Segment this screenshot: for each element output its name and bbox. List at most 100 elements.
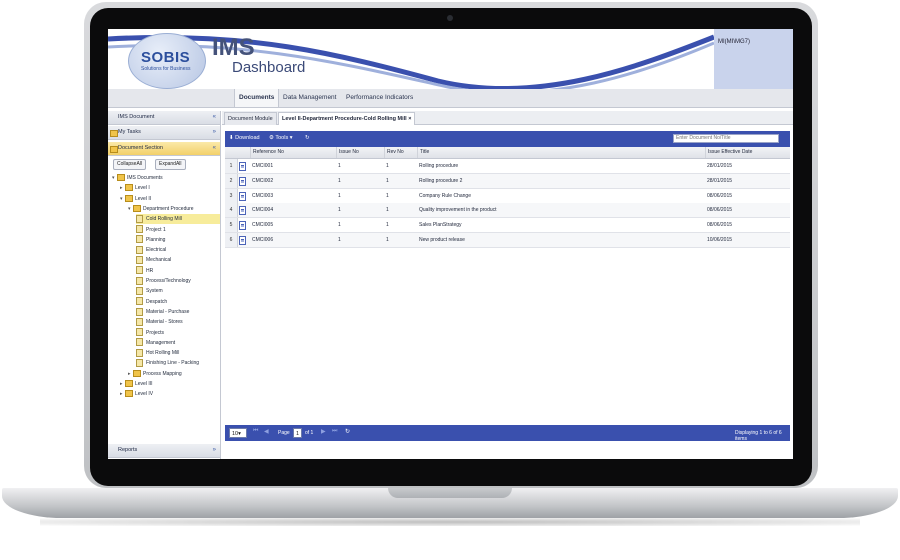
- tree-label: Process Mapping: [143, 370, 182, 377]
- tab-documents[interactable]: Documents: [234, 89, 280, 107]
- tree-item[interactable]: Despatch: [136, 297, 167, 307]
- row-number: 4: [225, 203, 238, 218]
- tree-folder[interactable]: ▸ Level I: [120, 183, 150, 193]
- collapse-left-icon[interactable]: «: [213, 111, 216, 124]
- col-rev-no[interactable]: Rev No: [384, 147, 417, 158]
- subtab-document-module[interactable]: Document Module: [224, 112, 277, 125]
- my-tasks-label: My Tasks: [118, 129, 141, 135]
- tree-item[interactable]: System: [136, 286, 163, 296]
- document-section-header[interactable]: Document Section «: [108, 142, 220, 156]
- refresh-icon[interactable]: ↻: [305, 135, 310, 141]
- tree-item[interactable]: Management: [136, 338, 175, 348]
- file-icon[interactable]: [239, 162, 246, 171]
- row-number: 2: [225, 173, 238, 188]
- refresh-grid-icon[interactable]: ↻: [345, 428, 350, 435]
- reports-header[interactable]: Reports »: [108, 444, 220, 458]
- close-tab-icon[interactable]: ×: [408, 116, 411, 122]
- tree-item[interactable]: Project 1: [136, 225, 166, 235]
- page-size-value: 10: [232, 431, 239, 437]
- cell-title: Rolling procedure 2: [419, 177, 463, 184]
- tree-folder[interactable]: ▸ Level III: [120, 379, 153, 389]
- col-issue-no[interactable]: Issue No: [336, 147, 384, 158]
- document-icon: [136, 225, 143, 234]
- table-row[interactable]: 6 CMCI006 1 1 New product release 10/06/2015: [225, 233, 790, 248]
- cell-issue-no: 1: [338, 163, 341, 169]
- table-row[interactable]: 4 CMCI004 1 1 Quality improvement in the pro…: [225, 203, 790, 219]
- tree-folder[interactable]: ▾ IMS Documents: [112, 173, 163, 183]
- tree-item[interactable]: HR: [136, 266, 153, 276]
- tree-label: Mechanical: [146, 257, 172, 264]
- cell-issue-no: 1: [338, 222, 341, 229]
- collapse-section-icon[interactable]: «: [213, 142, 216, 155]
- download-button[interactable]: ⬇ Download: [229, 135, 260, 141]
- folder-icon: [133, 369, 141, 377]
- first-page-icon[interactable]: ⏮: [253, 428, 258, 435]
- next-page-icon[interactable]: ▶: [321, 428, 326, 435]
- cell-issue-effective-date: 08/06/2015: [707, 222, 733, 229]
- document-icon: [136, 256, 143, 265]
- app-subtitle: Dashboard: [232, 59, 306, 76]
- page-label: Page: [278, 430, 290, 436]
- tree-folder[interactable]: ▾ Level II: [120, 194, 151, 204]
- cell-rev-no: 1: [386, 207, 389, 214]
- table-row[interactable]: 3 CMCI003 1 1 Company Rule Change 08/06/2015: [225, 188, 790, 204]
- tree-folder[interactable]: ▸ Process Mapping: [128, 369, 182, 379]
- tree-item[interactable]: Cold Rolling Mill: [136, 214, 220, 225]
- cell-issue-no: 1: [338, 192, 341, 199]
- app-screen: MI(MI\MG7) SOBIS Solutions for Business …: [108, 29, 793, 459]
- tree-folder[interactable]: ▾ Department Procedure: [128, 204, 194, 214]
- tree-item[interactable]: Process/Technology: [136, 276, 191, 286]
- tree-item[interactable]: Material - Stores: [136, 317, 183, 327]
- tree-folder[interactable]: ▸ Level IV: [120, 389, 153, 399]
- expand-tasks-icon[interactable]: »: [213, 126, 216, 139]
- row-number: 1: [225, 159, 238, 173]
- logo-text: SOBIS: [141, 49, 191, 66]
- tree-item[interactable]: Material - Purchase: [136, 307, 189, 317]
- expand-all-button[interactable]: ExpandAll: [155, 159, 186, 170]
- grid-toolbar: ⬇ Download ⚙ Tools ▾ ↻: [225, 131, 790, 147]
- table-row[interactable]: 1 CMCI001 1 1 Rolling procedure 28/01/2015: [225, 159, 790, 174]
- tree-item[interactable]: Projects: [136, 328, 164, 338]
- prev-page-icon[interactable]: ◀: [264, 428, 269, 435]
- document-icon: [136, 266, 143, 275]
- document-section-label: Document Section: [118, 145, 163, 151]
- document-icon: [136, 328, 143, 337]
- table-row[interactable]: 2 CMCI002 1 1 Rolling procedure 2 28/01/2015: [225, 173, 790, 189]
- cell-reference-no: CMCI006: [252, 237, 274, 243]
- col-issue-effective-date[interactable]: Issue Effective Date: [705, 147, 790, 158]
- document-icon: [136, 235, 143, 244]
- cell-issue-effective-date: 28/01/2015: [707, 177, 733, 184]
- ims-document-header[interactable]: IMS Document «: [108, 111, 220, 125]
- tree-item[interactable]: Mechanical: [136, 255, 171, 265]
- page-number-input[interactable]: 1: [293, 428, 302, 438]
- tab-data-management[interactable]: Data Management: [279, 89, 340, 107]
- file-icon[interactable]: [239, 176, 246, 186]
- tree-item[interactable]: Planning: [136, 235, 165, 245]
- file-icon[interactable]: [239, 221, 246, 231]
- reports-label: Reports: [118, 447, 138, 453]
- tab-performance-indicators[interactable]: Performance Indicators: [342, 89, 417, 107]
- tree-item[interactable]: Hot Rolling Mill: [136, 348, 179, 358]
- last-page-icon[interactable]: ⏭: [332, 428, 337, 435]
- file-icon[interactable]: [239, 191, 246, 201]
- cell-title: Company Rule Change: [419, 192, 471, 199]
- user-label[interactable]: MI(MI\MG7): [718, 39, 750, 45]
- col-title[interactable]: Title: [417, 147, 705, 158]
- expand-reports-icon[interactable]: »: [213, 444, 216, 457]
- tools-button[interactable]: ⚙ Tools ▾: [269, 135, 293, 141]
- table-row[interactable]: 5 CMCI005 1 1 Sales PlanStrategy 08/06/2015: [225, 218, 790, 234]
- search-input[interactable]: [673, 134, 779, 143]
- collapse-all-button[interactable]: CollapseAll: [113, 159, 147, 170]
- cell-reference-no: CMCI001: [252, 163, 274, 169]
- col-reference-no[interactable]: Reference No: [250, 147, 336, 158]
- document-icon: [136, 297, 143, 306]
- tree-item[interactable]: Finishing Line - Packing: [136, 358, 199, 368]
- download-icon: ⬇: [229, 135, 234, 141]
- subtab-cold-rolling-mill[interactable]: Level II-Department Procedure-Cold Rolli…: [278, 112, 416, 125]
- tree-label: Cold Rolling Mill: [146, 216, 182, 223]
- my-tasks-header[interactable]: My Tasks »: [108, 126, 220, 140]
- file-icon[interactable]: [239, 236, 246, 245]
- tree-item[interactable]: Electrical: [136, 245, 166, 255]
- file-icon[interactable]: [239, 206, 246, 216]
- page-size-select[interactable]: 10▾: [229, 428, 247, 438]
